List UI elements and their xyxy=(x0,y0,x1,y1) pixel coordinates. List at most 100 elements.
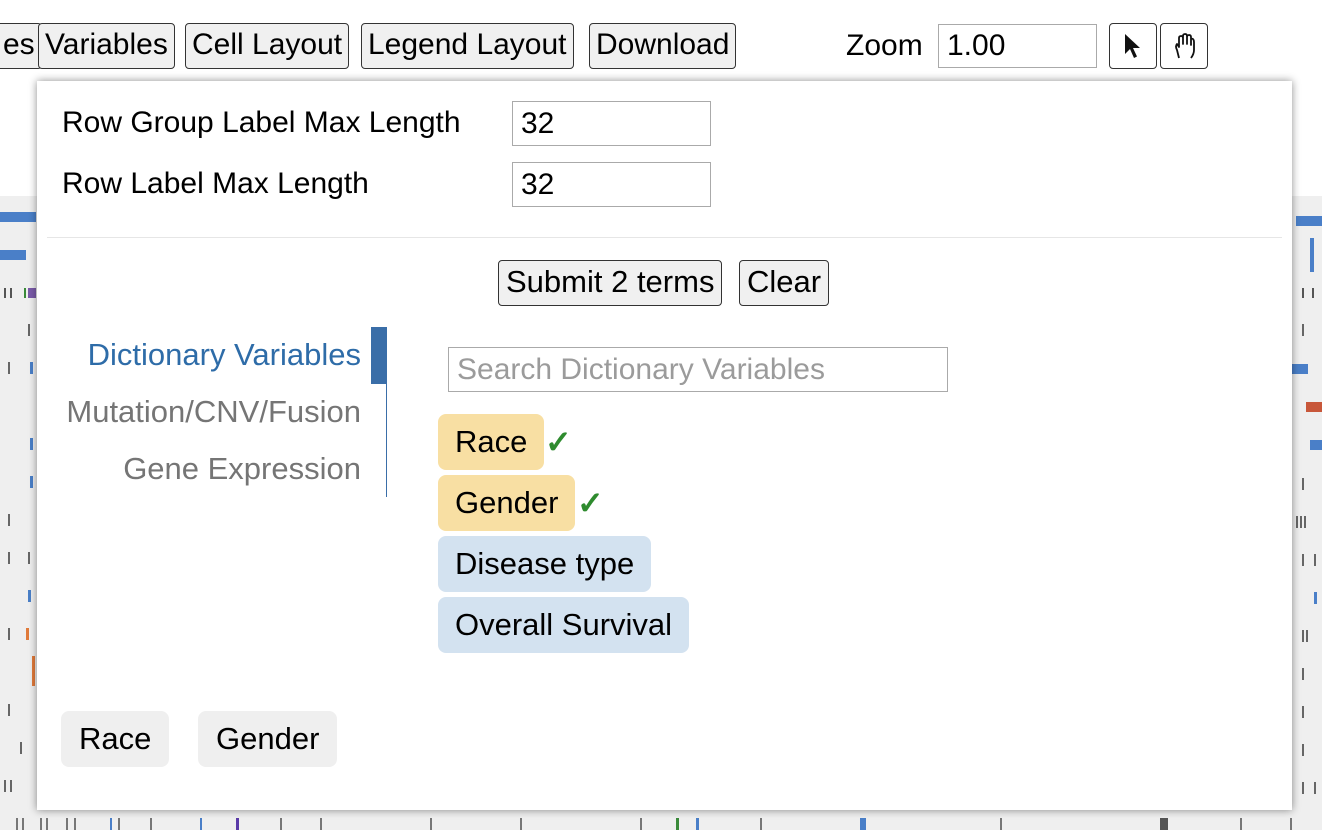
matrix-cell xyxy=(320,818,322,830)
matrix-cell xyxy=(66,818,68,830)
active-tab-indicator xyxy=(371,327,387,384)
matrix-cell xyxy=(30,476,33,488)
arrow-cursor-icon xyxy=(1125,34,1140,58)
matrix-cell xyxy=(520,818,522,830)
matrix-cell xyxy=(1302,478,1304,490)
variables-button[interactable]: Variables xyxy=(38,23,175,69)
cell-layout-button[interactable]: Cell Layout xyxy=(185,23,350,69)
tab-mutation-cnv-fusion[interactable]: Mutation/CNV/Fusion xyxy=(66,392,361,432)
matrix-cell xyxy=(1302,744,1304,756)
variables-popup: Row Group Label Max Length Row Label Max… xyxy=(37,81,1292,810)
matrix-cell xyxy=(22,818,24,830)
matrix-cell xyxy=(1302,324,1304,336)
matrix-cell xyxy=(1312,288,1314,298)
term-overall-survival[interactable]: Overall Survival xyxy=(438,597,690,653)
matrix-cell xyxy=(118,818,120,830)
matrix-cell xyxy=(4,288,6,298)
tab-partial-button[interactable]: es xyxy=(0,23,42,69)
check-icon: ✓ xyxy=(545,424,572,460)
legend-layout-button[interactable]: Legend Layout xyxy=(361,23,574,69)
zoom-input[interactable] xyxy=(938,24,1097,68)
matrix-cell xyxy=(8,362,10,374)
matrix-cell xyxy=(236,818,239,830)
matrix-cell xyxy=(0,250,26,260)
matrix-cell xyxy=(8,552,10,564)
matrix-cell xyxy=(1300,516,1302,528)
clear-button[interactable]: Clear xyxy=(739,260,830,306)
matrix-cell xyxy=(1000,818,1002,830)
matrix-cell xyxy=(10,288,12,298)
matrix-cell xyxy=(40,818,42,830)
row-group-label-max-length-input[interactable] xyxy=(512,101,711,146)
matrix-cell xyxy=(1302,554,1304,566)
matrix-cell xyxy=(110,818,112,830)
matrix-cell xyxy=(676,818,679,830)
matrix-cell xyxy=(860,818,866,830)
row-label-max-length-label: Row Label Max Length xyxy=(62,167,369,200)
matrix-cell xyxy=(1302,630,1304,642)
matrix-cell xyxy=(16,818,18,830)
row-label-max-length-input[interactable] xyxy=(512,162,711,207)
matrix-cell xyxy=(696,818,699,830)
matrix-cell xyxy=(0,212,36,222)
matrix-cell xyxy=(1302,288,1304,298)
matrix-cell xyxy=(1310,238,1314,272)
term-disease-type[interactable]: Disease type xyxy=(438,536,652,592)
download-button[interactable]: Download xyxy=(589,23,737,69)
matrix-cell xyxy=(28,324,30,336)
matrix-cell xyxy=(1306,402,1322,412)
matrix-cell xyxy=(1310,440,1322,450)
tab-dictionary-variables[interactable]: Dictionary Variables xyxy=(88,335,361,375)
matrix-cell xyxy=(1314,554,1316,566)
matrix-cell xyxy=(46,818,48,830)
matrix-cell xyxy=(280,818,282,830)
matrix-cell xyxy=(30,438,33,450)
matrix-cell xyxy=(1290,818,1292,830)
matrix-cell xyxy=(1296,216,1322,226)
matrix-cell xyxy=(28,590,31,602)
section-divider xyxy=(47,237,1282,238)
term-gender[interactable]: Gender xyxy=(438,475,576,531)
matrix-cell xyxy=(30,362,33,374)
matrix-cell xyxy=(1314,592,1317,604)
submit-terms-button[interactable]: Submit 2 terms xyxy=(498,260,723,306)
matrix-cell xyxy=(760,818,762,830)
matrix-cell xyxy=(4,780,6,792)
matrix-cell xyxy=(8,628,10,640)
grab-hand-icon xyxy=(1175,33,1195,59)
matrix-cell xyxy=(1314,782,1316,794)
term-race[interactable]: Race xyxy=(438,414,545,470)
row-group-label-max-length-label: Row Group Label Max Length xyxy=(62,106,461,139)
matrix-cell xyxy=(1302,668,1304,680)
matrix-cell xyxy=(10,780,12,792)
selected-pill-gender[interactable]: Gender xyxy=(198,711,338,767)
matrix-cell xyxy=(24,288,26,298)
matrix-cell xyxy=(1302,706,1304,718)
select-mode-button[interactable] xyxy=(1109,23,1157,69)
pan-mode-button[interactable] xyxy=(1160,23,1208,69)
selected-pill-race[interactable]: Race xyxy=(61,711,170,767)
matrix-cell xyxy=(150,818,152,830)
matrix-cell xyxy=(8,514,10,526)
search-dictionary-input[interactable] xyxy=(448,347,948,392)
matrix-cell xyxy=(1240,818,1242,830)
matrix-cell xyxy=(26,628,29,640)
matrix-cell xyxy=(1304,516,1306,528)
matrix-cell xyxy=(1306,630,1308,642)
zoom-label: Zoom xyxy=(846,29,923,62)
matrix-cell xyxy=(28,552,30,564)
matrix-cell xyxy=(74,818,76,830)
matrix-cell xyxy=(1302,782,1304,794)
matrix-cell xyxy=(28,288,36,298)
matrix-cell xyxy=(430,818,432,830)
matrix-cell xyxy=(640,818,642,830)
matrix-cell xyxy=(8,704,10,716)
matrix-cell xyxy=(1160,818,1168,830)
matrix-bottom-row xyxy=(16,818,1292,830)
matrix-cell xyxy=(1296,516,1298,528)
matrix-cell xyxy=(32,656,35,686)
matrix-cell xyxy=(20,742,22,754)
check-icon: ✓ xyxy=(577,485,604,521)
tab-gene-expression[interactable]: Gene Expression xyxy=(123,449,361,489)
matrix-cell xyxy=(200,818,202,830)
